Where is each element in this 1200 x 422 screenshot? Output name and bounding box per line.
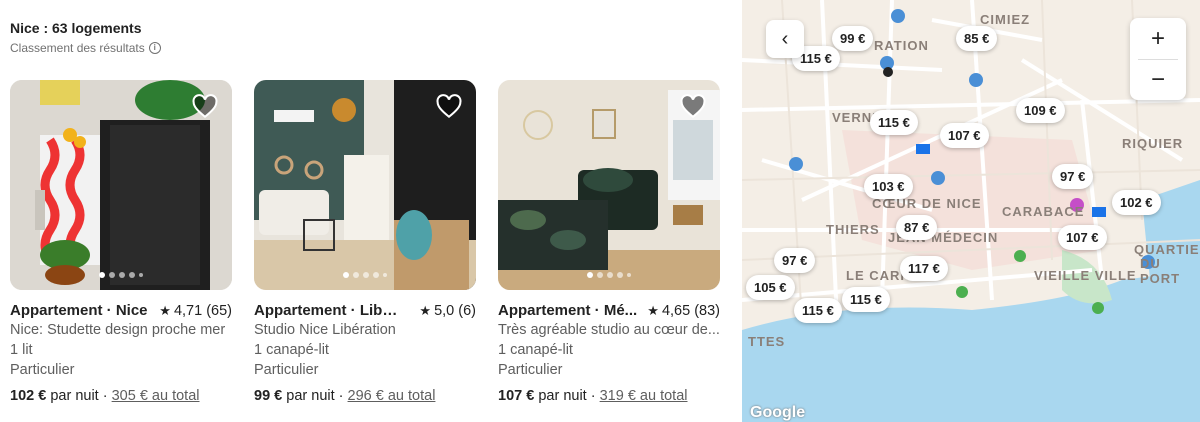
listing-host: Particulier [254,362,319,378]
price-pin[interactable]: 97 € [774,248,816,273]
listing-host: Particulier [10,362,75,378]
price-pin[interactable]: 117 € [900,256,948,281]
heart-icon[interactable] [680,94,706,120]
carousel-dot[interactable] [383,273,387,277]
listing-total[interactable]: 305 € au total [112,388,200,404]
carousel-dot[interactable] [353,272,359,278]
map-panel[interactable]: CIMIEZ RATION VERNIE RIQUIER THIERS CŒUR… [742,0,1200,422]
carousel-dot[interactable] [343,272,349,278]
price-unit: par nuit [538,388,587,404]
carousel-dot[interactable] [607,272,613,278]
price-pin[interactable]: 99 € [832,26,874,51]
carousel-dot[interactable] [139,273,143,277]
ranking-label: Classement des résultats [10,41,145,55]
listing-type: Appartement · Mé... [498,302,638,319]
listing-rating: ★ 4,71 (65) [159,303,232,319]
carousel-dot[interactable] [373,272,379,278]
listing-beds: 1 canapé-lit [254,342,329,358]
zoom-out-button[interactable]: − [1130,59,1186,100]
listing-title: Très agréable studio au cœur de... [498,322,720,338]
price-pin[interactable]: 103 € [864,174,913,199]
carousel-dot[interactable] [597,272,603,278]
map-label: THIERS [826,222,880,237]
listing-type: Appartement · Libera... [254,302,404,319]
results-count: Nice : 63 logements [10,20,142,36]
listing-card[interactable]: Appartement · Nice ★ 4,71 (65) Nice: Stud… [10,80,232,404]
zoom-in-button[interactable]: + [1130,18,1186,59]
listing-price: 102 € [10,388,47,404]
map-label: DU PORT [1140,256,1181,286]
map-label: TTES [748,334,786,349]
zoom-controls: + − [1130,18,1186,100]
price-separator: · [102,388,108,404]
map-label: RIQUIER [1122,136,1184,151]
map-label: RATION [874,38,929,53]
listing-type: Appartement · Nice [10,302,148,319]
price-unit: par nuit [286,388,335,404]
listing-photo[interactable] [10,80,232,290]
listing-total[interactable]: 319 € au total [600,388,688,404]
rating-value: 4,65 (83) [661,302,720,319]
carousel-dots [587,272,631,278]
google-logo[interactable]: Google [750,404,805,422]
star-icon: ★ [647,302,659,318]
listing-rating: ★ 5,0 (6) [419,303,476,319]
map-label: VIEILLE VILLE [1034,268,1137,283]
map-label: CIMIEZ [980,12,1031,27]
heart-icon[interactable] [192,94,218,120]
listing-title: Studio Nice Libération [254,322,396,338]
price-pin[interactable]: 115 € [842,287,890,312]
listing-photo[interactable] [498,80,720,290]
ranking-link[interactable]: Classement des résultats i [10,41,161,55]
heart-icon[interactable] [436,94,462,120]
carousel-dot[interactable] [109,272,115,278]
carousel-dot[interactable] [129,272,135,278]
map-label: CARABACE [1002,204,1085,219]
carousel-dot[interactable] [99,272,105,278]
back-button[interactable]: ‹ [766,20,804,58]
listing-card[interactable]: Appartement · Libera... ★ 5,0 (6) Studio … [254,80,476,404]
rating-value: 5,0 (6) [434,302,476,319]
price-pin[interactable]: 87 € [896,215,938,240]
price-pin[interactable]: 102 € [1112,190,1161,215]
results-panel: Nice : 63 logements Classement des résul… [0,0,742,422]
star-icon: ★ [419,302,432,318]
info-icon[interactable]: i [148,42,161,54]
carousel-dot[interactable] [587,272,593,278]
star-icon: ★ [159,302,171,318]
price-separator: · [590,388,596,404]
carousel-dots [99,272,143,278]
listing-price: 107 € [498,388,535,404]
carousel-dot[interactable] [627,273,631,277]
carousel-dot[interactable] [119,272,125,278]
price-pin[interactable]: 115 € [794,298,842,323]
price-pin[interactable]: 105 € [746,275,795,300]
listing-beds: 1 canapé-lit [498,342,573,358]
listing-total[interactable]: 296 € au total [348,388,436,404]
listing-card[interactable]: Appartement · Mé... ★ 4,65 (83) Très agré… [498,80,720,404]
carousel-dots [343,272,387,278]
price-pin[interactable]: 109 € [1016,98,1065,123]
carousel-dot[interactable] [363,272,369,278]
listing-title: Nice: Studette design proche mer [10,322,226,338]
listing-rating: ★ 4,65 (83) [647,303,720,319]
listing-beds: 1 lit [10,342,33,358]
listing-host: Particulier [498,362,563,378]
rating-value: 4,71 (65) [173,302,232,319]
carousel-dot[interactable] [617,272,623,278]
price-pin[interactable]: 107 € [940,123,989,148]
price-pin[interactable]: 107 € [1058,225,1107,250]
listing-price: 99 € [254,388,283,404]
price-pin[interactable]: 85 € [956,26,998,51]
price-pin[interactable]: 115 € [870,110,918,135]
map-label: QUARTIER [1134,242,1200,257]
price-pin[interactable]: 97 € [1052,164,1094,189]
price-unit: par nuit [50,388,99,404]
price-separator: · [338,388,344,404]
chevron-left-icon: ‹ [781,27,789,50]
listing-photo[interactable] [254,80,476,290]
